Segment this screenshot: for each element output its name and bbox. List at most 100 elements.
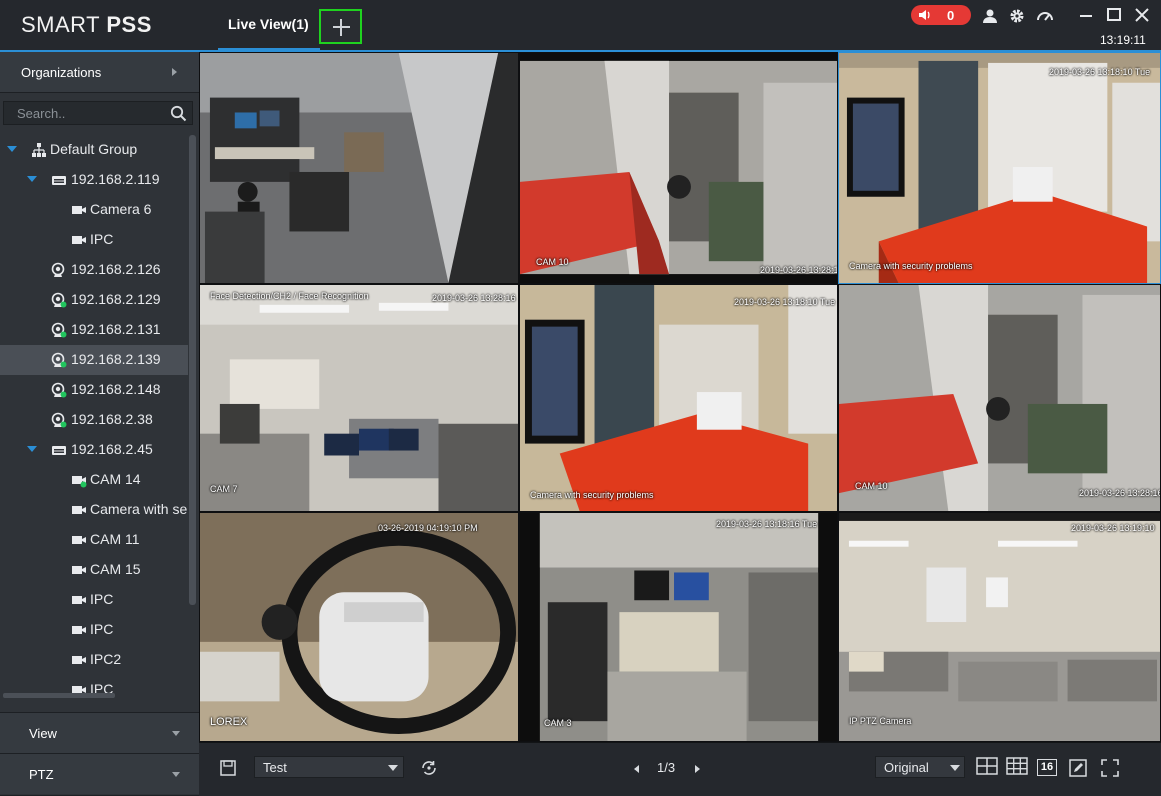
- tree-node-channel[interactable]: Camera with se: [0, 495, 188, 525]
- tree-node-label: 192.168.2.129: [71, 291, 161, 307]
- video-frame: [200, 513, 518, 741]
- ptz-panel-header[interactable]: PTZ: [0, 753, 199, 794]
- tree-scrollbar-vertical[interactable]: [189, 135, 196, 605]
- camera-channel-icon: [72, 506, 86, 514]
- tree-node-channel[interactable]: CAM 14: [0, 465, 188, 495]
- view-select[interactable]: Test: [254, 756, 404, 778]
- view-panel-header[interactable]: View: [0, 712, 199, 753]
- organizations-label: Organizations: [21, 65, 102, 80]
- camera-channel-icon: [72, 476, 87, 488]
- layout-4-icon[interactable]: [976, 757, 998, 775]
- ip-camera-icon: [51, 412, 67, 428]
- minimize-icon[interactable]: [1077, 6, 1095, 24]
- osd-channel: CAM 10: [536, 257, 569, 267]
- tab-live-view[interactable]: Live View(1): [228, 16, 309, 32]
- tree-node-channel[interactable]: CAM 11: [0, 525, 188, 555]
- tree-node-channel[interactable]: IPC2: [0, 645, 188, 675]
- chevron-down-icon: [172, 772, 180, 777]
- expand-caret-icon[interactable]: [27, 176, 37, 182]
- camera-channel-icon: [72, 596, 86, 604]
- chevron-down-icon: [950, 765, 960, 771]
- camera-channel-icon: [72, 536, 86, 544]
- logo-text-main: SMART: [21, 12, 100, 37]
- fullscreen-icon[interactable]: [1101, 759, 1119, 777]
- video-frame: [520, 513, 837, 741]
- video-frame: [520, 53, 837, 283]
- video-tile[interactable]: 03-26-2019 04:19:10 PM LOREX: [199, 512, 519, 742]
- tree-node-label: 192.168.2.45: [71, 441, 153, 457]
- tree-node-label: IPC: [90, 591, 114, 607]
- tree-node-ipc[interactable]: 192.168.2.126: [0, 255, 188, 285]
- close-icon[interactable]: [1133, 6, 1151, 24]
- tree-node-label: CAM 14: [90, 471, 141, 487]
- tree-node-label: Camera 6: [90, 201, 152, 217]
- tree-scrollbar-horizontal[interactable]: [3, 693, 115, 698]
- expand-caret-icon[interactable]: [27, 446, 37, 452]
- tree-node-label: 192.168.2.148: [71, 381, 161, 397]
- live-view-grid: CAM 10 2019-03-26 13:28:16 2019-03-26 13…: [199, 52, 1161, 742]
- tree-node-ipc[interactable]: 192.168.2.148: [0, 375, 188, 405]
- organizations-header[interactable]: Organizations: [0, 52, 199, 93]
- stream-select[interactable]: Original: [875, 756, 965, 778]
- tree-node-ipc[interactable]: 192.168.2.38: [0, 405, 188, 435]
- video-tile[interactable]: Face Detection/CH2 / Face Recognition 20…: [199, 284, 519, 512]
- camera-channel-icon: [72, 206, 86, 214]
- search-input[interactable]: [17, 105, 162, 121]
- device-search: [3, 101, 193, 125]
- stream-select-value: Original: [884, 760, 929, 775]
- alarm-counter-button[interactable]: 0: [911, 5, 971, 25]
- camera-channel-icon: [72, 656, 86, 664]
- video-frame: [200, 285, 518, 511]
- osd-timestamp: 2019-03-26 13:19:10: [1071, 523, 1155, 533]
- osd-timestamp: 03-26-2019 04:19:10 PM: [378, 523, 478, 533]
- logo-text-sub: PSS: [106, 12, 152, 37]
- previous-page-icon[interactable]: [634, 765, 639, 773]
- gear-icon[interactable]: [1008, 7, 1026, 25]
- layout-16-button[interactable]: 16: [1037, 759, 1057, 776]
- user-icon[interactable]: [981, 7, 999, 25]
- page-indicator: 1/3: [657, 760, 676, 775]
- search-icon[interactable]: [170, 105, 187, 122]
- osd-timestamp: 2019-03-26 13:18:16 Tue: [716, 519, 818, 529]
- save-view-icon[interactable]: [220, 760, 236, 776]
- chevron-down-icon: [172, 731, 180, 736]
- tree-node-channel[interactable]: IPC: [0, 675, 188, 705]
- video-tile[interactable]: 2019-03-26 13:18:10 Tue Camera with secu…: [519, 284, 838, 512]
- tree-node-channel[interactable]: IPC: [0, 585, 188, 615]
- tree-node-channel[interactable]: Camera 6: [0, 195, 188, 225]
- tree-node-channel[interactable]: IPC: [0, 615, 188, 645]
- tree-node-ipc[interactable]: 192.168.2.139: [0, 345, 188, 375]
- view-select-value: Test: [263, 760, 287, 775]
- tree-node-label: 192.168.2.38: [71, 411, 153, 427]
- expand-caret-icon[interactable]: [7, 146, 17, 152]
- video-frame: [839, 285, 1160, 511]
- video-tile[interactable]: CAM 10 2019-03-26 13:28:16: [519, 52, 838, 284]
- tree-node-ipc[interactable]: 192.168.2.131: [0, 315, 188, 345]
- next-page-icon[interactable]: [695, 765, 700, 773]
- video-tile[interactable]: CAM 10 2019-03-26 13:28:16: [838, 284, 1161, 512]
- camera-channel-icon: [72, 566, 86, 574]
- tree-node-ipc[interactable]: 192.168.2.129: [0, 285, 188, 315]
- tree-node-channel[interactable]: CAM 15: [0, 555, 188, 585]
- layout-9-icon[interactable]: [1006, 757, 1028, 775]
- refresh-icon[interactable]: [420, 759, 438, 777]
- org-tree-icon: [32, 143, 46, 157]
- performance-gauge-icon[interactable]: [1036, 7, 1054, 25]
- tree-node-nvr[interactable]: 192.168.2.119: [0, 165, 188, 195]
- maximize-icon[interactable]: [1105, 6, 1123, 24]
- video-tile[interactable]: [199, 52, 519, 284]
- view-label: View: [29, 726, 57, 741]
- custom-layout-edit-icon[interactable]: [1069, 759, 1087, 777]
- video-tile[interactable]: 2019-03-26 13:19:10 IP PTZ Camera: [838, 512, 1161, 742]
- tree-node-channel[interactable]: IPC: [0, 225, 188, 255]
- osd-channel: IP PTZ Camera: [849, 716, 912, 726]
- add-tab-button[interactable]: [319, 9, 362, 44]
- video-tile[interactable]: 2019-03-26 13:18:10 Tue Camera with secu…: [838, 52, 1161, 284]
- tree-node-nvr[interactable]: 192.168.2.45: [0, 435, 188, 465]
- video-tile[interactable]: 2019-03-26 13:18:16 Tue CAM 3: [519, 512, 838, 742]
- tree-node-group[interactable]: Default Group: [0, 135, 188, 165]
- video-frame: [839, 513, 1160, 741]
- chevron-down-icon: [388, 765, 398, 771]
- ptz-label: PTZ: [29, 767, 54, 782]
- tree-node-label: 192.168.2.126: [71, 261, 161, 277]
